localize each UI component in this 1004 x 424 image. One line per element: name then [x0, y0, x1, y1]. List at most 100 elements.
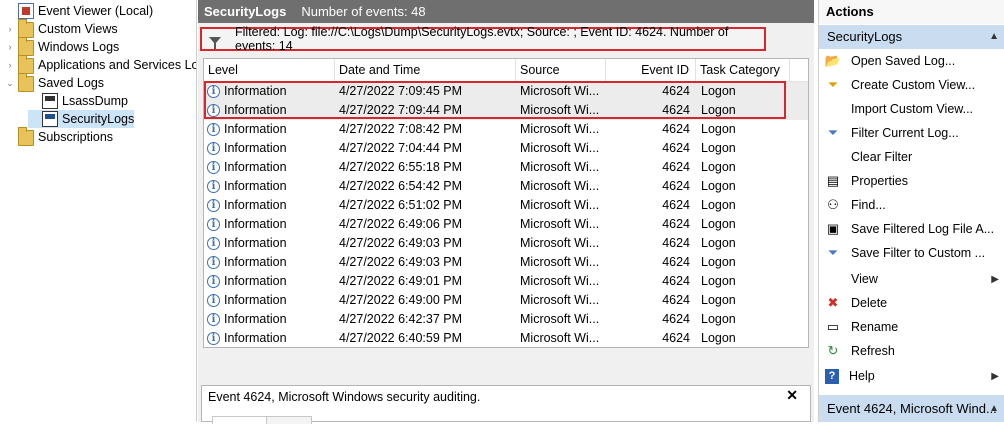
table-row[interactable]: i Information 4/27/2022 6:55:18 PM Microsof…	[204, 158, 808, 177]
action-help[interactable]: ? Help ▶	[819, 365, 1004, 387]
level-text: Information	[224, 236, 287, 250]
info-icon: i	[207, 199, 220, 212]
table-row[interactable]: i Information 4/27/2022 6:54:42 PM Microsof…	[204, 177, 808, 196]
collapse-icon[interactable]: ▲	[989, 25, 999, 49]
events-table[interactable]: Level Date and Time Source Event ID Task…	[203, 58, 809, 348]
cell-level: i Information	[207, 310, 333, 329]
action-label: View	[851, 272, 878, 286]
table-row[interactable]: i Information 4/27/2022 7:09:45 PM Microsof…	[204, 82, 808, 101]
cell-event-id: 4624	[662, 179, 690, 193]
action-refresh[interactable]: ↻ Refresh	[819, 340, 1004, 362]
action-save-filtered-log-file-a[interactable]: ▣ Save Filtered Log File A...	[819, 218, 1004, 240]
cell-task-category: Logon	[701, 122, 736, 136]
collapse-icon[interactable]: ▲	[989, 395, 999, 422]
table-row[interactable]: i Information 4/27/2022 6:49:06 PM Microsof…	[204, 215, 808, 234]
info-icon: i	[207, 123, 220, 136]
info-icon: i	[207, 313, 220, 326]
tree-item-securitylogs[interactable]: SecurityLogs	[28, 110, 135, 128]
action-import-custom-view[interactable]: Import Custom View...	[819, 98, 1004, 120]
info-icon: i	[207, 237, 220, 250]
cell-source: Microsoft Wi...	[520, 198, 600, 212]
event-count: Number of events: 48	[301, 4, 426, 19]
tab-details[interactable]	[266, 416, 312, 424]
tree-item-custom-views[interactable]: › Custom Views	[4, 19, 118, 38]
cell-event-id: 4624	[662, 236, 690, 250]
tree-item-windows-logs[interactable]: › Windows Logs	[4, 37, 119, 56]
table-row[interactable]: i Information 4/27/2022 7:04:44 PM Microsof…	[204, 139, 808, 158]
actions-group-securitylogs[interactable]: SecurityLogs ▲	[819, 25, 1004, 49]
cell-date: 4/27/2022 6:49:03 PM	[339, 236, 463, 250]
cell-task-category: Logon	[701, 217, 736, 231]
table-row[interactable]: i Information 4/27/2022 7:08:42 PM Microsof…	[204, 120, 808, 139]
cell-source: Microsoft Wi...	[520, 141, 600, 155]
cell-source: Microsoft Wi...	[520, 293, 600, 307]
info-icon: i	[207, 180, 220, 193]
cell-date: 4/27/2022 7:09:45 PM	[339, 84, 463, 98]
tree-item-subscriptions[interactable]: Subscriptions	[4, 127, 113, 146]
info-icon: i	[207, 294, 220, 307]
table-row[interactable]: i Information 4/27/2022 6:42:37 PM Microsof…	[204, 310, 808, 329]
tree-item-applications-and-services-lo[interactable]: › Applications and Services Lo	[4, 55, 197, 74]
action-create-custom-view[interactable]: ⏷ Create Custom View...	[819, 74, 1004, 96]
action-find[interactable]: ⚇ Find...	[819, 194, 1004, 216]
delete-icon: ✖	[827, 295, 839, 310]
saved-log-icon	[42, 111, 58, 127]
table-row[interactable]: i Information 4/27/2022 6:49:03 PM Microsof…	[204, 253, 808, 272]
cell-source: Microsoft Wi...	[520, 160, 600, 174]
cell-event-id: 4624	[662, 312, 690, 326]
info-icon: i	[207, 332, 220, 345]
level-text: Information	[224, 84, 287, 98]
action-view[interactable]: View ▶	[819, 268, 1004, 290]
tree-item-label: Applications and Services Lo	[38, 58, 197, 72]
table-row[interactable]: i Information 4/27/2022 6:49:00 PM Microsof…	[204, 291, 808, 310]
action-clear-filter[interactable]: Clear Filter	[819, 146, 1004, 168]
tree-item-lsassdump[interactable]: LsassDump	[28, 92, 128, 110]
action-label: Save Filter to Custom ...	[851, 246, 986, 260]
cell-event-id: 4624	[662, 103, 690, 117]
column-header-event-id[interactable]: Event ID	[606, 59, 696, 81]
actions-group-event[interactable]: Event 4624, Microsoft Wind... ▲	[819, 395, 1004, 422]
cell-task-category: Logon	[701, 293, 736, 307]
expand-icon[interactable]: ›	[4, 42, 16, 52]
tree-item-label: Event Viewer (Local)	[38, 4, 154, 18]
cell-date: 4/27/2022 6:49:06 PM	[339, 217, 463, 231]
action-label: Filter Current Log...	[851, 126, 959, 140]
expand-icon[interactable]: ›	[4, 60, 16, 70]
info-icon: i	[207, 85, 220, 98]
table-row[interactable]: i Information 4/27/2022 6:40:59 PM Microsof…	[204, 329, 808, 347]
rename-icon: ▭	[826, 319, 840, 334]
action-open-saved-log[interactable]: 📂 Open Saved Log...	[819, 50, 1004, 72]
help-icon: ?	[825, 368, 839, 384]
action-rename[interactable]: ▭ Rename	[819, 316, 1004, 338]
cell-level: i Information	[207, 329, 333, 347]
action-delete[interactable]: ✖ Delete	[819, 292, 1004, 314]
cell-date: 4/27/2022 6:49:00 PM	[339, 293, 463, 307]
expand-icon[interactable]: ⌄	[4, 78, 16, 89]
saved-log-icon	[42, 93, 58, 109]
action-filter-current-log[interactable]: ⏷ Filter Current Log...	[819, 122, 1004, 144]
action-label: Save Filtered Log File A...	[851, 222, 995, 236]
column-header-level[interactable]: Level	[204, 59, 335, 81]
level-text: Information	[224, 103, 287, 117]
column-header-task-category[interactable]: Task Category	[696, 59, 790, 81]
tree-item-label: Saved Logs	[38, 76, 105, 90]
column-header-source[interactable]: Source	[516, 59, 606, 81]
cell-event-id: 4624	[662, 160, 690, 174]
table-row[interactable]: i Information 4/27/2022 6:49:03 PM Microsof…	[204, 234, 808, 253]
close-icon[interactable]: ✕	[786, 387, 798, 404]
action-properties[interactable]: ▤ Properties	[819, 170, 1004, 192]
level-text: Information	[224, 141, 287, 155]
table-row[interactable]: i Information 4/27/2022 6:51:02 PM Microsof…	[204, 196, 808, 215]
table-row[interactable]: i Information 4/27/2022 6:49:01 PM Microsof…	[204, 272, 808, 291]
action-save-filter-to-custom[interactable]: ⏷ Save Filter to Custom ...	[819, 242, 1004, 264]
expand-icon[interactable]: ›	[4, 24, 16, 34]
tree-item-saved-logs[interactable]: ⌄ Saved Logs	[4, 73, 105, 92]
column-header-date[interactable]: Date and Time	[335, 59, 516, 81]
cell-source: Microsoft Wi...	[520, 179, 600, 193]
table-row[interactable]: i Information 4/27/2022 7:09:44 PM Microsof…	[204, 101, 808, 120]
save-filter-icon: ⏷	[827, 245, 839, 260]
cell-date: 4/27/2022 6:55:18 PM	[339, 160, 463, 174]
filter-icon	[209, 36, 221, 49]
tree-item-event-viewer-local[interactable]: Event Viewer (Local)	[4, 2, 153, 20]
tab-general[interactable]	[212, 416, 268, 424]
